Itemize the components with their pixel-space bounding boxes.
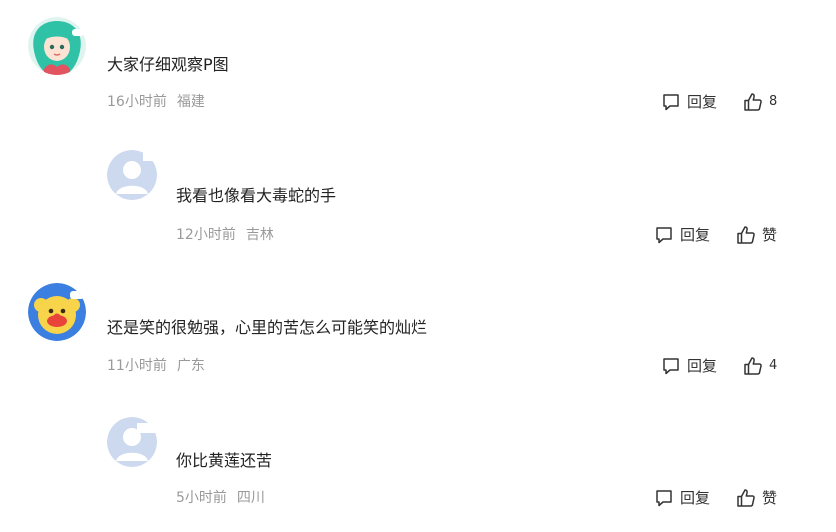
reply-button[interactable]: 回复 (661, 92, 717, 112)
reply-time: 5小时前 (176, 490, 227, 506)
comment-time: 11小时前 (107, 358, 167, 374)
comment-text: 还是笑的很勉强，心里的苦怎么可能笑的灿烂 (107, 318, 428, 337)
reply-time: 12小时前 (176, 227, 236, 243)
comment-location: 福建 (176, 94, 205, 110)
mermaid-avatar-icon[interactable] (28, 17, 86, 75)
like-count: 8 (769, 94, 778, 109)
like-button[interactable]: 赞 (736, 488, 777, 508)
like-label: 赞 (762, 226, 778, 244)
reply-button[interactable]: 回复 (654, 225, 710, 245)
reply-label: 回复 (687, 357, 718, 375)
comment-text: 大家仔细观察P图 (107, 55, 229, 74)
comment-meta: 11小时前 广东 (107, 357, 205, 375)
comment-list: 大家仔细观察P图 16小时前 福建 回复 8 我看也像看大毒蛇的手 12小时前 … (0, 0, 836, 532)
comment-time: 16小时前 (107, 94, 167, 110)
reply-button[interactable]: 回复 (661, 356, 717, 376)
reply-location: 吉林 (245, 227, 274, 243)
comment-meta: 16小时前 福建 (107, 93, 205, 111)
reply-text: 你比黄莲还苦 (176, 451, 273, 470)
reply-icon (654, 225, 674, 245)
like-button[interactable]: 赞 (736, 225, 777, 245)
reply-label: 回复 (687, 93, 718, 111)
reply-meta: 5小时前 四川 (176, 489, 265, 507)
thumbs-up-icon (743, 92, 763, 112)
reply-meta: 12小时前 吉林 (176, 226, 274, 244)
clown-avatar-icon[interactable] (28, 283, 86, 341)
comment-location: 广东 (176, 358, 205, 374)
reply-button[interactable]: 回复 (654, 488, 710, 508)
reply-icon (661, 356, 681, 376)
like-count: 4 (769, 358, 778, 373)
default-user-avatar-icon[interactable] (107, 150, 157, 200)
reply-label: 回复 (680, 226, 711, 244)
reply-icon (654, 488, 674, 508)
thumbs-up-icon (743, 356, 763, 376)
reply-location: 四川 (236, 490, 265, 506)
like-button[interactable]: 4 (743, 356, 777, 376)
reply-label: 回复 (680, 489, 711, 507)
thumbs-up-icon (736, 488, 756, 508)
like-label: 赞 (762, 489, 778, 507)
reply-text: 我看也像看大毒蛇的手 (176, 186, 337, 205)
reply-icon (661, 92, 681, 112)
default-user-avatar-icon[interactable] (107, 417, 157, 467)
thumbs-up-icon (736, 225, 756, 245)
like-button[interactable]: 8 (743, 92, 777, 112)
